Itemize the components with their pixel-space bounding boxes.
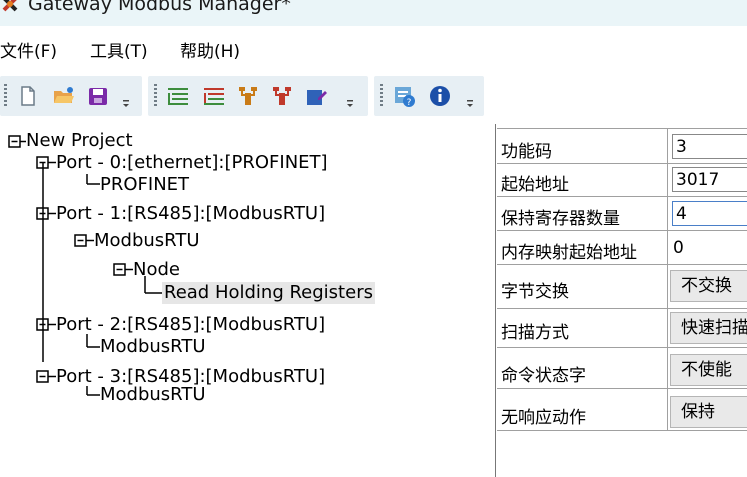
prop-label-function-code: 功能码: [501, 142, 552, 162]
toolbar-grip[interactable]: [4, 84, 7, 108]
add-port-icon[interactable]: [166, 84, 190, 108]
prop-label-register-count: 保持寄存器数量: [501, 209, 620, 229]
toolbar-grip[interactable]: [154, 84, 157, 108]
menu-file[interactable]: 文件(F): [0, 37, 57, 62]
menu-tools[interactable]: 工具(T): [90, 37, 148, 62]
toolbar-overflow-icon[interactable]: [466, 100, 474, 110]
app-icon: [2, 0, 18, 12]
register-count-value: 4: [676, 204, 687, 224]
help-icon[interactable]: ?: [392, 84, 416, 108]
tree-node-modbusrtu-2[interactable]: ModbusRTU: [100, 336, 206, 358]
toolbar-group-help: ?: [374, 76, 484, 116]
tree-node-project[interactable]: New Project: [26, 130, 133, 152]
toolbar-overflow-icon[interactable]: [346, 100, 354, 110]
property-row-divider: [497, 347, 747, 348]
edit-icon[interactable]: [304, 84, 328, 108]
prop-label-no-response-action: 无响应动作: [501, 408, 586, 428]
save-icon[interactable]: [86, 84, 110, 108]
delete-port-icon[interactable]: [202, 84, 226, 108]
tree-node-modbusrtu-1[interactable]: ModbusRTU: [94, 230, 200, 252]
tree-node-port-0[interactable]: Port - 0:[ethernet]:[PROFINET]: [56, 152, 328, 174]
tree-node-port-2[interactable]: Port - 2:[RS485]:[ModbusRTU]: [56, 314, 325, 336]
memory-map-start-value[interactable]: 0: [673, 238, 684, 258]
menu-bar: 文件(F) 工具(T) 帮助(H): [0, 36, 747, 64]
delete-node-icon[interactable]: [270, 84, 294, 108]
add-node-icon[interactable]: [236, 84, 260, 108]
property-row-divider: [497, 196, 747, 197]
scan-mode-dropdown[interactable]: 快速扫描: [670, 312, 747, 344]
prop-label-scan-mode: 扫描方式: [501, 323, 569, 343]
tree-node-modbusrtu-3[interactable]: ModbusRTU: [100, 384, 206, 406]
tree-node-read-holding-registers[interactable]: Read Holding Registers: [162, 282, 375, 304]
toolbar-group-file: [0, 76, 142, 116]
new-file-icon[interactable]: [16, 84, 40, 108]
menu-help[interactable]: 帮助(H): [180, 37, 240, 62]
no-response-action-dropdown[interactable]: 保持: [670, 396, 747, 428]
property-row-divider: [497, 388, 747, 389]
start-address-value: 3017: [676, 170, 720, 190]
property-row-divider: [497, 264, 747, 265]
title-bar: Gateway Modbus Manager*: [0, 0, 747, 26]
property-row-divider: [497, 230, 747, 231]
tree-node-node[interactable]: Node: [133, 259, 180, 281]
toolbar-overflow-icon[interactable]: [122, 100, 130, 110]
property-row-divider: [497, 430, 747, 431]
command-status-dropdown[interactable]: 不使能: [670, 354, 747, 386]
tree-node-profinet[interactable]: PROFINET: [100, 174, 189, 196]
property-row-divider: [497, 163, 747, 164]
property-row-divider: [497, 308, 747, 309]
open-folder-icon[interactable]: [52, 84, 76, 108]
prop-label-command-status: 命令状态字: [501, 366, 586, 386]
window-title: Gateway Modbus Manager*: [28, 0, 291, 15]
property-row-divider: [497, 128, 747, 129]
toolbar-grip[interactable]: [380, 84, 383, 108]
toolbar: ?: [0, 76, 747, 116]
toolbar-group-edit: [148, 76, 368, 116]
tree-node-port-1[interactable]: Port - 1:[RS485]:[ModbusRTU]: [56, 203, 325, 225]
property-column-divider: [667, 128, 668, 430]
byte-swap-dropdown[interactable]: 不交换: [670, 270, 747, 302]
svg-text:?: ?: [407, 98, 412, 108]
prop-label-start-address: 起始地址: [501, 175, 569, 195]
info-icon[interactable]: [428, 84, 452, 108]
function-code-value: 3: [676, 137, 687, 157]
prop-label-memory-map-start: 内存映射起始地址: [501, 243, 637, 263]
prop-label-byte-swap: 字节交换: [501, 282, 569, 302]
